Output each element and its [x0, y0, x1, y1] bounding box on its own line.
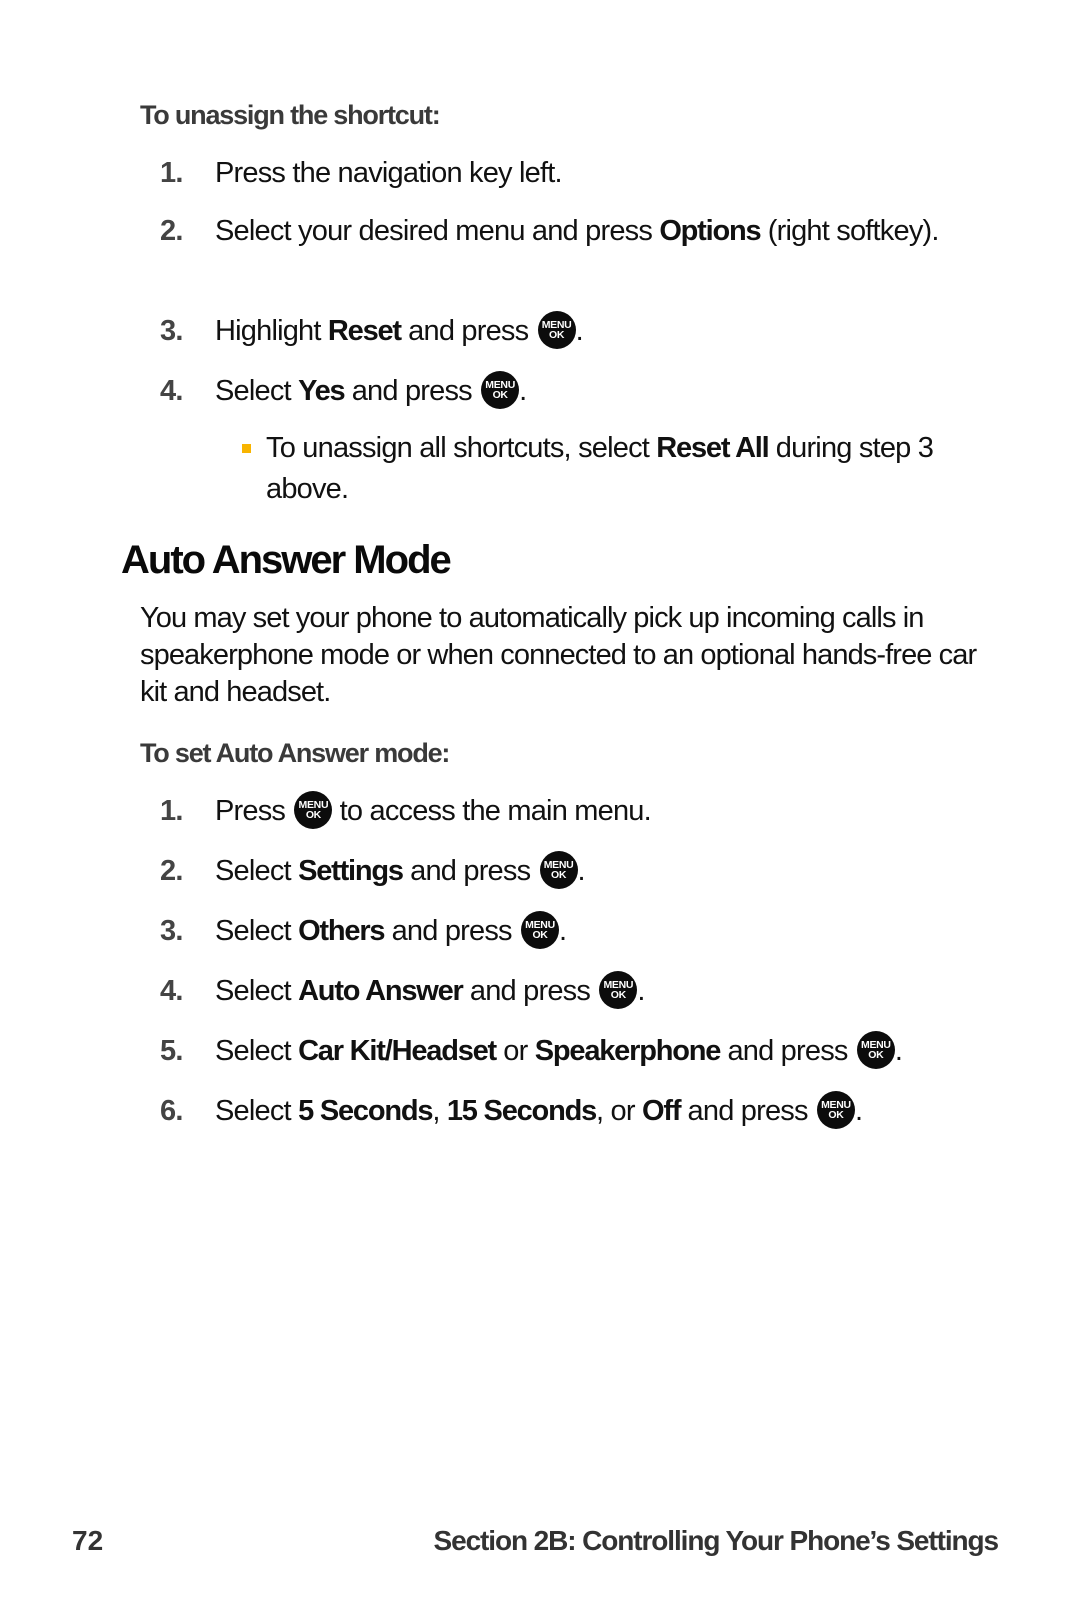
step-number: 6.: [160, 1095, 183, 1127]
bullet-square-icon: [242, 444, 251, 453]
step-text: Select your desired menu and press: [215, 215, 660, 247]
step-text: and press: [400, 315, 536, 347]
section-intro: You may set your phone to automatically …: [140, 602, 977, 708]
footer-section-label: Section 2B: Controlling Your Phone’s Set…: [433, 1525, 1000, 1556]
step-number: 4.: [160, 975, 183, 1007]
step-text: (right softkey).: [760, 215, 940, 247]
set-step-3: 3. Select Others and press MENU OK.: [160, 910, 1000, 952]
reset-label: Reset: [327, 315, 402, 347]
speakerphone-label: Speakerphone: [534, 1035, 722, 1067]
step-number: 1.: [160, 795, 183, 827]
menu-ok-key-icon: MENU OK: [537, 311, 576, 349]
fifteen-seconds-label: 15 Seconds: [446, 1095, 597, 1127]
menu-ok-key-icon: MENU OK: [294, 791, 333, 829]
section-title: Auto Answer Mode: [121, 538, 452, 582]
five-seconds-label: 5 Seconds: [298, 1095, 433, 1127]
set-step-1: 1. Press MENU OK to access the main menu.: [160, 790, 1000, 832]
set-step-5: 5. Select Car Kit/Headset or Speakerphon…: [160, 1030, 1000, 1072]
step-text: Select: [215, 375, 299, 407]
unassign-step-2: 2. Select your desired menu and press Op…: [160, 210, 1000, 252]
settings-label: Settings: [298, 855, 404, 887]
step-number: 2.: [160, 855, 183, 887]
set-mode-heading: To set Auto Answer mode:: [140, 738, 450, 768]
step-number: 3.: [160, 315, 183, 347]
menu-ok-key-icon: MENU OK: [521, 911, 560, 949]
menu-ok-key-icon: MENU OK: [856, 1031, 895, 1069]
step-number: 5.: [160, 1035, 183, 1067]
page-number: 72: [72, 1525, 104, 1556]
unassign-heading: To unassign the shortcut:: [140, 100, 441, 130]
car-kit-headset-label: Car Kit/Headset: [298, 1035, 497, 1067]
set-step-4: 4. Select Auto Answer and press MENU OK.: [160, 970, 1000, 1012]
manual-page: To unassign the shortcut: 1. Press the n…: [0, 0, 1080, 1620]
menu-ok-key-icon: MENU OK: [816, 1091, 855, 1129]
reset-all-note: To unassign all shortcuts, select Reset …: [242, 428, 962, 510]
others-label: Others: [298, 915, 385, 947]
yes-label: Yes: [298, 375, 346, 407]
set-step-2: 2. Select Settings and press MENU OK.: [160, 850, 1000, 892]
menu-ok-key-icon: MENU OK: [481, 371, 520, 409]
menu-ok-key-icon: MENU OK: [539, 851, 578, 889]
step-number: 3.: [160, 915, 183, 947]
reset-all-label: Reset All: [656, 432, 769, 464]
step-text: Highlight: [215, 315, 328, 347]
step-text: and press: [344, 375, 480, 407]
unassign-step-3: 3. Highlight Reset and press MENU OK.: [160, 310, 1000, 352]
step-number: 4.: [160, 375, 183, 407]
off-label: Off: [642, 1095, 681, 1127]
set-step-6: 6. Select 5 Seconds, 15 Seconds, or Off …: [160, 1090, 1000, 1132]
menu-ok-key-icon: MENU OK: [599, 971, 638, 1009]
step-number: 1.: [160, 157, 183, 189]
step-number: 2.: [160, 215, 183, 247]
unassign-step-4: 4. Select Yes and press MENU OK.: [160, 370, 1000, 412]
step-text: Press the navigation key left.: [215, 157, 563, 189]
unassign-step-1: 1. Press the navigation key left.: [160, 152, 1000, 194]
options-label: Options: [659, 215, 761, 247]
auto-answer-label: Auto Answer: [298, 975, 464, 1007]
